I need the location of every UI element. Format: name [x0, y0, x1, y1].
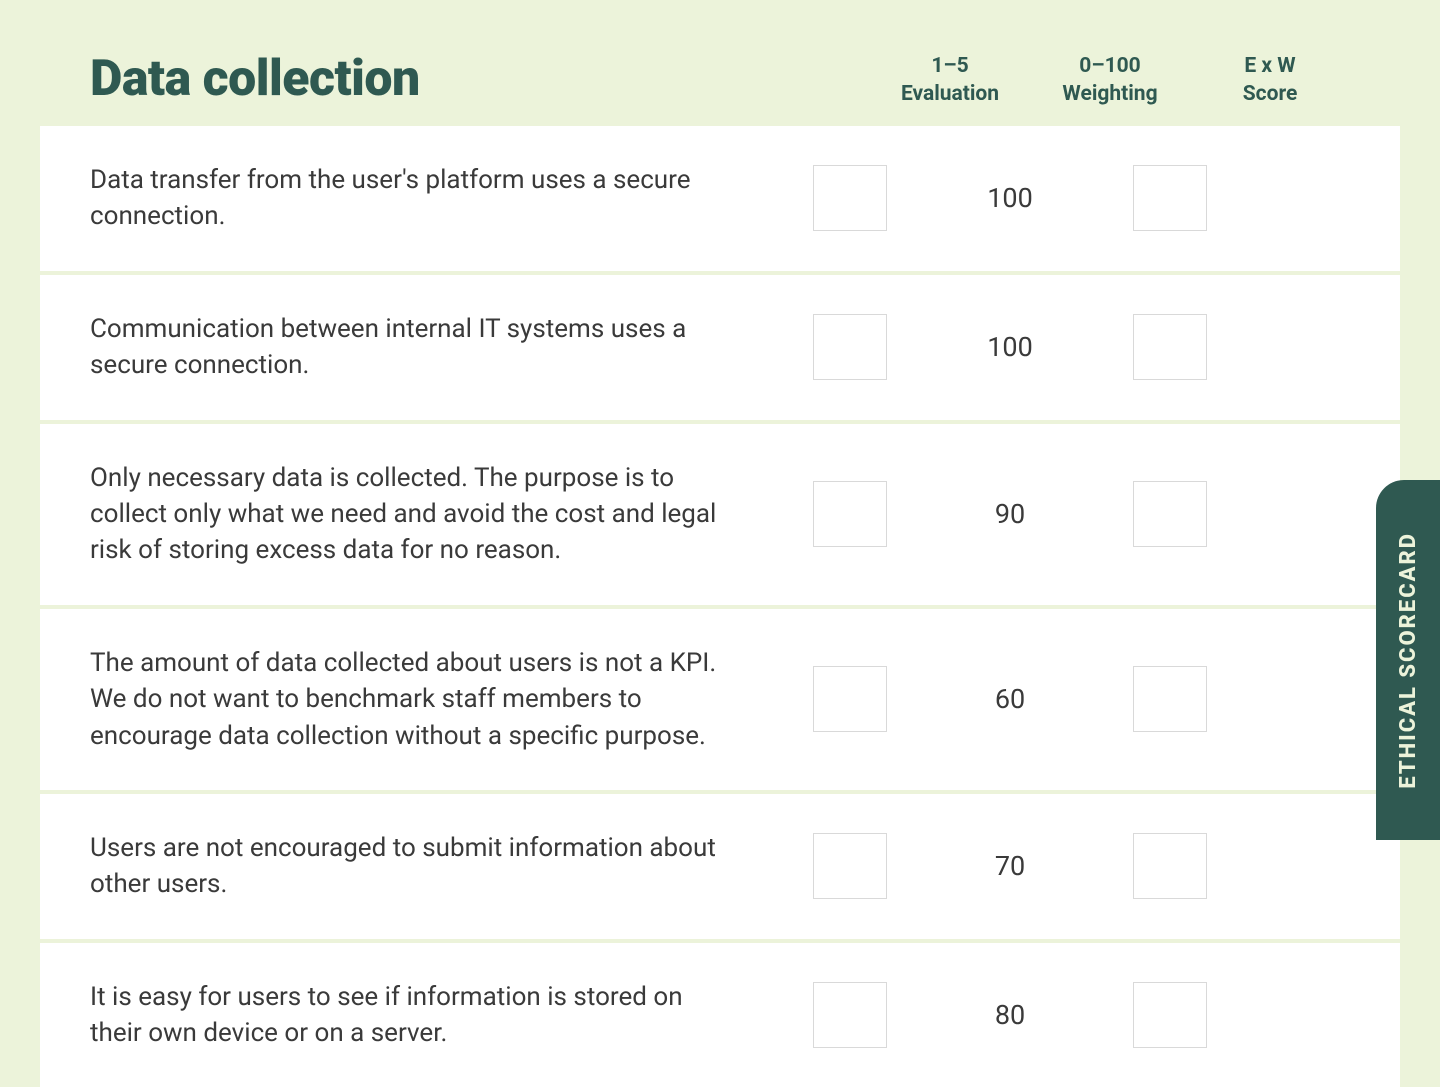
- side-tab-label: ETHICAL SCORECARD: [1396, 532, 1421, 789]
- side-tab[interactable]: ETHICAL SCORECARD: [1376, 480, 1440, 840]
- column-header-weighting-line1: 0–100: [1030, 53, 1190, 80]
- criterion-text: Only necessary data is collected. The pu…: [90, 460, 770, 569]
- score-input[interactable]: [1133, 833, 1207, 899]
- weighting-cell: 90: [930, 498, 1090, 530]
- score-input[interactable]: [1133, 165, 1207, 231]
- evaluation-cell: [770, 165, 930, 231]
- section-title: Data collection: [90, 50, 870, 108]
- score-cell: [1090, 833, 1250, 899]
- weighting-cell: 80: [930, 999, 1090, 1031]
- criterion-text: Communication between internal IT system…: [90, 311, 770, 384]
- evaluation-cell: [770, 982, 930, 1048]
- score-input[interactable]: [1133, 481, 1207, 547]
- weighting-value: 80: [995, 999, 1025, 1031]
- column-header-evaluation-line1: 1–5: [870, 53, 1030, 80]
- evaluation-input[interactable]: [813, 982, 887, 1048]
- table-row: The amount of data collected about users…: [40, 609, 1400, 790]
- table-row: It is easy for users to see if informati…: [40, 943, 1400, 1087]
- table-row: Only necessary data is collected. The pu…: [40, 424, 1400, 605]
- weighting-cell: 100: [930, 331, 1090, 363]
- weighting-cell: 60: [930, 683, 1090, 715]
- header-row: Data collection 1–5 Evaluation 0–100 Wei…: [40, 50, 1400, 108]
- criterion-text: It is easy for users to see if informati…: [90, 979, 770, 1052]
- evaluation-input[interactable]: [813, 165, 887, 231]
- evaluation-cell: [770, 314, 930, 380]
- score-cell: [1090, 666, 1250, 732]
- score-input[interactable]: [1133, 314, 1207, 380]
- score-cell: [1090, 165, 1250, 231]
- score-cell: [1090, 982, 1250, 1048]
- column-header-score-line1: E x W: [1190, 53, 1350, 80]
- page: Data collection 1–5 Evaluation 0–100 Wei…: [0, 0, 1440, 1087]
- table-row: Users are not encouraged to submit infor…: [40, 794, 1400, 939]
- rows-container: Data transfer from the user's platform u…: [40, 126, 1400, 1087]
- criterion-text: The amount of data collected about users…: [90, 645, 770, 754]
- column-header-evaluation-line2: Evaluation: [870, 81, 1030, 108]
- evaluation-cell: [770, 666, 930, 732]
- evaluation-input[interactable]: [813, 481, 887, 547]
- evaluation-input[interactable]: [813, 314, 887, 380]
- column-header-score: E x W Score: [1190, 53, 1350, 108]
- criterion-text: Users are not encouraged to submit infor…: [90, 830, 770, 903]
- weighting-value: 70: [995, 850, 1025, 882]
- score-input[interactable]: [1133, 666, 1207, 732]
- weighting-cell: 100: [930, 182, 1090, 214]
- table-row: Data transfer from the user's platform u…: [40, 126, 1400, 271]
- weighting-cell: 70: [930, 850, 1090, 882]
- weighting-value: 100: [987, 331, 1033, 363]
- score-input[interactable]: [1133, 982, 1207, 1048]
- column-header-weighting: 0–100 Weighting: [1030, 53, 1190, 108]
- weighting-value: 100: [987, 182, 1033, 214]
- score-cell: [1090, 481, 1250, 547]
- evaluation-cell: [770, 833, 930, 899]
- column-header-score-line2: Score: [1190, 81, 1350, 108]
- table-row: Communication between internal IT system…: [40, 275, 1400, 420]
- score-cell: [1090, 314, 1250, 380]
- column-header-weighting-line2: Weighting: [1030, 81, 1190, 108]
- weighting-value: 90: [995, 498, 1025, 530]
- evaluation-input[interactable]: [813, 666, 887, 732]
- evaluation-input[interactable]: [813, 833, 887, 899]
- weighting-value: 60: [995, 683, 1025, 715]
- column-header-evaluation: 1–5 Evaluation: [870, 53, 1030, 108]
- criterion-text: Data transfer from the user's platform u…: [90, 162, 770, 235]
- evaluation-cell: [770, 481, 930, 547]
